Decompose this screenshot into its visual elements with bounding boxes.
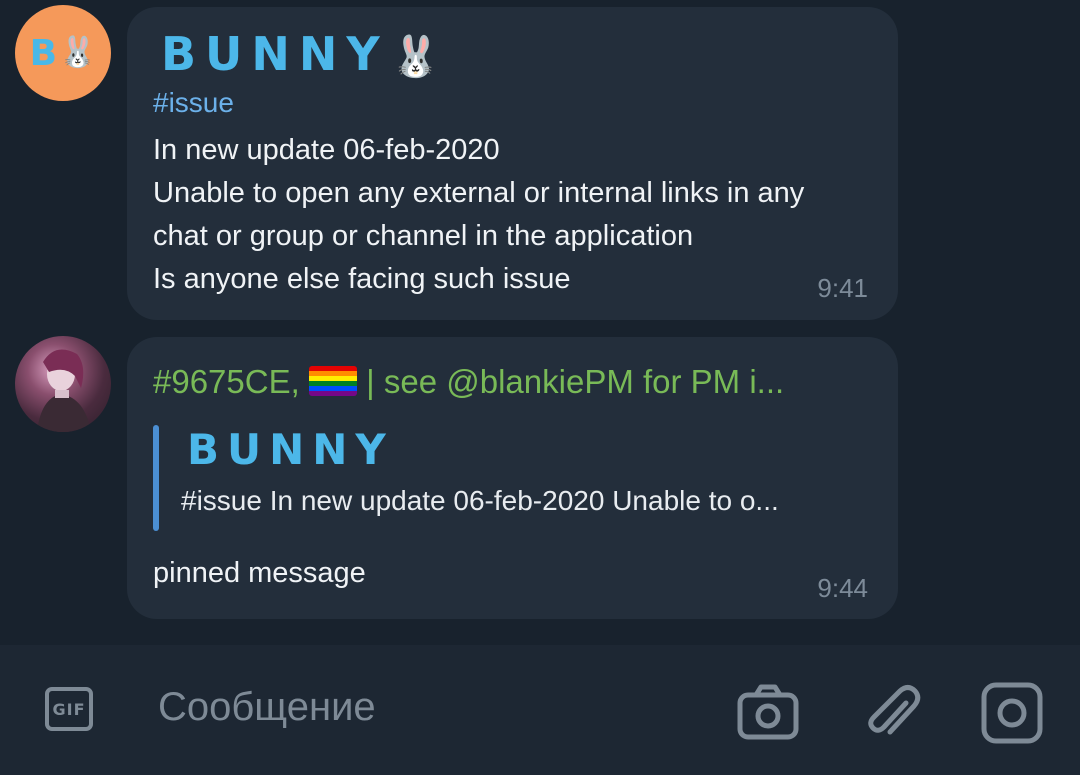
message-input[interactable]: Сообщение [158, 685, 376, 730]
reply-preview[interactable]: BUNNY #issue In new update 06-feb-2020 U… [153, 425, 873, 531]
reply-accent-bar [153, 425, 159, 531]
avatar[interactable]: B 🐰 [15, 5, 111, 101]
instant-camera-icon[interactable] [980, 681, 1044, 745]
sender-name-suffix: | see @blankiePM for PM i... [366, 363, 785, 400]
message-timestamp: 9:41 [817, 273, 868, 303]
gif-icon[interactable]: GIF [45, 687, 93, 731]
paperclip-icon[interactable] [860, 681, 924, 745]
message-line: Is anyone else facing such issue [153, 263, 571, 295]
chat-area: B 🐰 BUNNY🐰 #issue In new update 06-feb-2… [0, 0, 1080, 645]
reply-text: #issue In new update 06-feb-2020 Unable … [181, 485, 779, 516]
message-text: In new update 06-feb-2020 Unable to open … [153, 129, 804, 301]
rabbit-face-icon: 🐰 [59, 36, 97, 69]
sender-name[interactable]: BUNNY🐰 [161, 27, 441, 81]
sender-name-prefix: #9675CE, [153, 363, 300, 400]
message-text: pinned message [153, 557, 366, 589]
message-line: chat or group or channel in the applicat… [153, 220, 694, 252]
rabbit-face-icon: 🐰 [390, 34, 441, 80]
message-line: In new update 06-feb-2020 [153, 134, 500, 166]
message-timestamp: 9:44 [817, 573, 868, 603]
avatar-letter: B [29, 32, 58, 74]
sender-name-text: BUNNY [161, 27, 389, 81]
message-bubble[interactable]: #9675CE, | see @blankiePM for PM i... BU… [127, 337, 898, 619]
user-avatar-image [37, 349, 91, 432]
hashtag-link[interactable]: #issue [153, 87, 234, 119]
avatar[interactable] [15, 336, 111, 432]
message-bubble[interactable]: BUNNY🐰 #issue In new update 06-feb-2020 U… [127, 7, 898, 320]
message-composer: GIF Сообщение [0, 645, 1080, 775]
gif-label: GIF [52, 699, 86, 719]
reply-sender-name: BUNNY [187, 425, 394, 474]
message-line: Unable to open any external or internal … [153, 177, 805, 209]
sender-name[interactable]: #9675CE, | see @blankiePM for PM i... [153, 363, 784, 401]
camera-icon[interactable] [736, 681, 800, 745]
rainbow-flag-icon [308, 366, 357, 396]
